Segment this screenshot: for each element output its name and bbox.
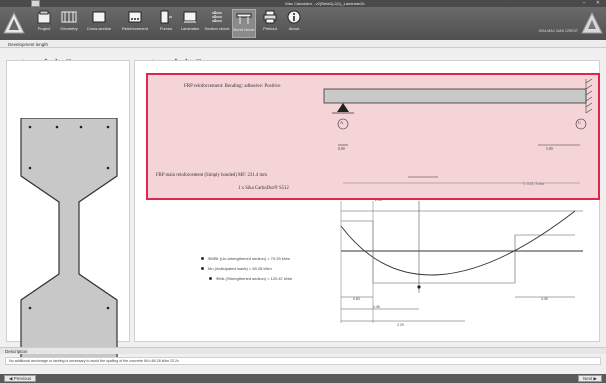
ribbon-status-text: SIKA MAC WAS CREDIT [538, 29, 578, 33]
section-header: Development length [0, 41, 606, 48]
reinforcement-icon [128, 11, 142, 23]
section-toolbar: ⌕ + − ✥ ↻ ▣ [8, 50, 72, 65]
laminates-icon [183, 11, 197, 23]
ribbon-label-printout: Printout [263, 26, 277, 31]
dim-right-label: 5.00 [546, 147, 553, 151]
ribbon-bond-check-button[interactable]: Bond check [232, 9, 256, 38]
minimize-button[interactable]: – [583, 0, 586, 7]
window-title: Mac Calculator - v2(Beta3)-2(1)_Laminate… [285, 1, 365, 6]
ribbon-laminates-button[interactable]: Laminates [179, 9, 201, 38]
dim-label: 0.83 [353, 297, 360, 301]
forces-icon [160, 10, 172, 24]
brand-logo-icon [581, 11, 603, 39]
project-icon [37, 10, 51, 24]
title-bar: Mac Calculator - v2(Beta3)-2(1)_Laminate… [0, 0, 606, 7]
popup-reinforcement-line: FRP main reinforcement (Simply bonded) M… [156, 173, 267, 178]
bond-check-icon [236, 13, 252, 24]
cross-section-panel [6, 60, 130, 358]
ribbon-about-button[interactable]: About [285, 9, 303, 38]
ribbon-label-cross-section: Cross-section [86, 26, 112, 31]
legend-item: ΦMs (Strengthened section) = 120.67 kNm [209, 276, 292, 281]
ribbon-section-check-button[interactable]: Section check [204, 9, 230, 38]
ribbon: Project Geometry Cross-section Reinforce… [0, 7, 606, 40]
legend-bullet [209, 277, 212, 281]
close-button[interactable]: ✕ [596, 0, 600, 7]
section-check-icon [212, 11, 222, 23]
ribbon-geometry-button[interactable]: Geometry [57, 9, 81, 38]
description-text: No additional anchorage or lashing is ne… [5, 357, 601, 365]
legend-bullet [201, 267, 204, 271]
ribbon-cross-section-button[interactable]: Cross-section [84, 9, 114, 38]
info-icon [287, 10, 301, 24]
ribbon-reinforcement-button[interactable]: Reinforcement [117, 9, 153, 38]
legend-text: ΦMs (Strengthened section) = 120.67 kNm [216, 276, 293, 281]
ribbon-printout-button[interactable]: Printout [259, 9, 281, 38]
beam-elevation-drawing [323, 79, 593, 184]
dim-label: 1.46 [373, 305, 380, 309]
legend-text: ΦMRr (Un-strengthened section) = 79.25 k… [208, 256, 291, 261]
dim-left-label: 0.00 [338, 147, 345, 151]
span-dimension-label: 1. 4.41, 3 mm [523, 182, 545, 186]
popup-title: FRP reinforcement: Bending: adhesive: Po… [184, 84, 281, 89]
ribbon-label-project: Project [37, 26, 51, 31]
footer-bar: ◀ Previous Next ▶ [0, 374, 606, 383]
popup-laminate-line: 1 x Sika CarboDur® S512 [238, 186, 289, 191]
app-icon [31, 0, 40, 7]
legend-bullet [201, 257, 204, 261]
dim-label: 2.29 [397, 323, 404, 327]
app-logo-icon [3, 11, 25, 39]
support-c-label: C [578, 120, 582, 125]
next-button[interactable]: Next ▶ [578, 375, 602, 382]
legend-item: Mu (Anticipated loads) = 89.28 kNm [201, 266, 272, 271]
frp-reinforcement-popup: FRP reinforcement: Bending: adhesive: Po… [146, 73, 600, 200]
app-window: Mac Calculator - v2(Beta3)-2(1)_Laminate… [0, 0, 606, 383]
main-toolbar: ⌕ + − ✥ ↻ ▣ [138, 50, 202, 65]
printer-icon [263, 10, 277, 24]
legend-item: ΦMRr (Un-strengthened section) = 79.25 k… [201, 256, 290, 261]
window-controls: – ✕ [574, 0, 600, 7]
cross-section-icon [92, 11, 106, 23]
ribbon-label-laminates: Laminates [180, 26, 200, 31]
support-a-label: A [340, 120, 344, 125]
i-beam-section-drawing [20, 118, 118, 358]
legend-text: Mu (Anticipated loads) = 89.28 kNm [208, 266, 272, 271]
ribbon-label-forces: Forces [159, 26, 173, 31]
ribbon-label-reinforcement: Reinforcement [121, 26, 148, 31]
dim-label: 3.35 [541, 297, 548, 301]
ribbon-label-bond-check: Bond check [233, 27, 255, 32]
ribbon-label-about: About [288, 26, 300, 31]
ribbon-forces-button[interactable]: Forces [156, 9, 176, 38]
ribbon-label-section-check: Section check [204, 26, 230, 31]
ribbon-label-geometry: Geometry [60, 26, 78, 31]
description-header: Description [0, 347, 606, 354]
previous-button[interactable]: ◀ Previous [4, 375, 37, 382]
geometry-icon [61, 11, 77, 23]
ribbon-project-button[interactable]: Project [34, 9, 54, 38]
